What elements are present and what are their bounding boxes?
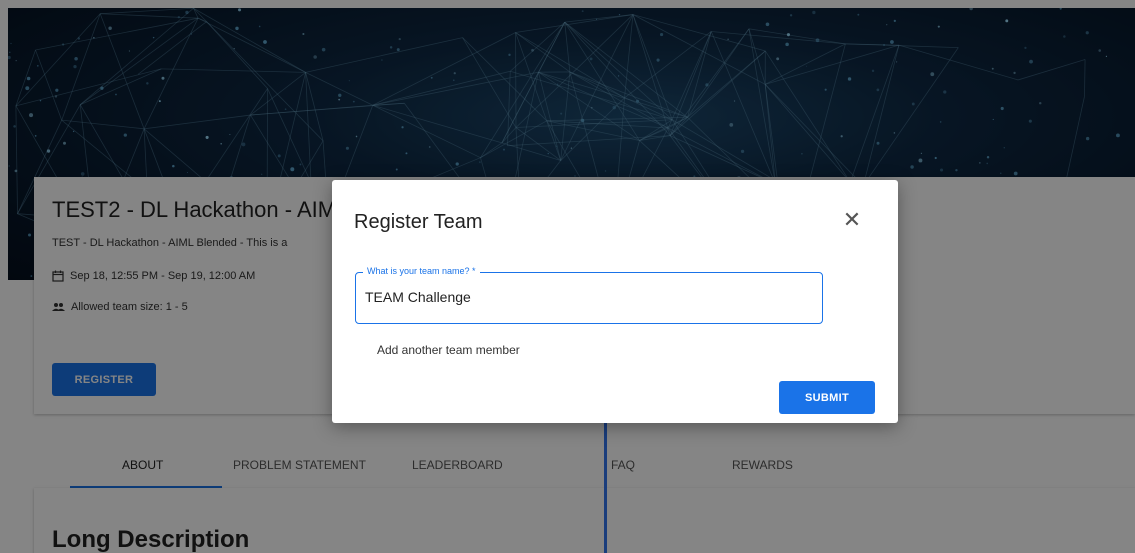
submit-button[interactable]: SUBMIT xyxy=(779,381,875,414)
dialog-title: Register Team xyxy=(354,211,483,233)
team-name-input[interactable] xyxy=(365,286,805,308)
page: TEST2 - DL Hackathon - AIML Blended TEST… xyxy=(0,0,1135,553)
close-icon[interactable]: ✕ xyxy=(837,206,867,236)
register-team-dialog: Register Team ✕ What is your team name? … xyxy=(332,180,898,423)
add-team-member-link[interactable]: Add another team member xyxy=(377,343,520,357)
team-name-field: What is your team name? * xyxy=(355,266,823,324)
team-name-label: What is your team name? * xyxy=(363,266,480,276)
